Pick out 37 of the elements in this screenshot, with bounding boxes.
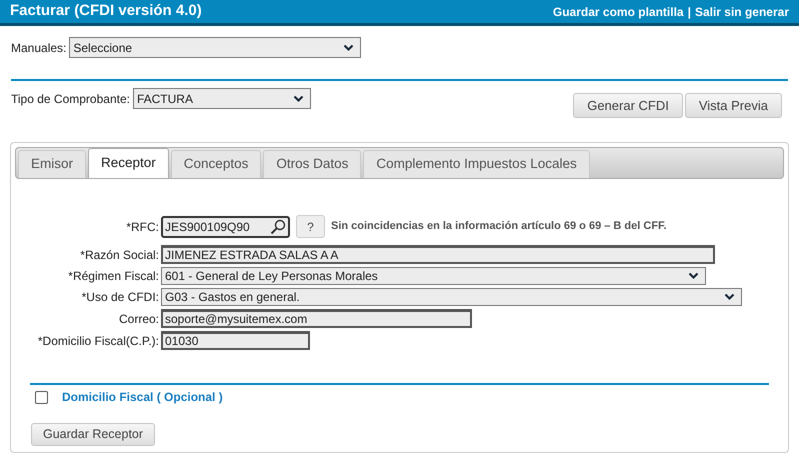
text-field[interactable]: JIMENEZ ESTRADA SALAS A A: [161, 245, 715, 264]
header-link[interactable]: Guardar como plantilla: [552, 2, 684, 20]
chevron-down-icon: [688, 272, 699, 280]
field-label: *RFC:: [125, 218, 160, 236]
field-label: *Régimen Fiscal:: [67, 268, 160, 285]
page-title: Facturar (CFDI versión 4.0): [10, 1, 202, 22]
manuales-dropdown[interactable]: Seleccione: [69, 37, 362, 58]
tipo-comprobante-dropdown[interactable]: FACTURA: [132, 88, 311, 109]
chevron-down-icon: [343, 44, 354, 52]
action-button[interactable]: Vista Previa: [684, 93, 782, 118]
tab[interactable]: Complemento Impuestos Locales: [363, 150, 590, 178]
checkbox[interactable]: [35, 390, 48, 404]
save-button[interactable]: Guardar Receptor: [31, 423, 156, 446]
field-label: Correo:: [118, 310, 160, 328]
field-dropdown[interactable]: 601 - General de Ley Personas Morales: [161, 267, 706, 285]
field-dropdown[interactable]: G03 - Gastos en general.: [161, 288, 742, 306]
tab[interactable]: Otros Datos: [263, 150, 362, 178]
field-label: *Razón Social:: [79, 246, 160, 264]
chevron-down-icon: [292, 94, 304, 102]
field-label: *Domicilio Fiscal(C.P.):: [36, 332, 160, 350]
tab[interactable]: Emisor: [18, 150, 86, 178]
header-link[interactable]: Salir sin generar: [694, 2, 789, 20]
help-button[interactable]: ?: [296, 215, 325, 238]
text-field[interactable]: soporte@mysuitemex.com: [161, 309, 472, 328]
field-label: Manuales:: [11, 40, 66, 56]
rfc-message: Sin coincidencias en la información artículo 69 o 69 – B del CFF.: [331, 219, 667, 234]
field-label: *Uso de CFDI:: [80, 289, 160, 306]
tab[interactable]: Conceptos: [170, 150, 262, 178]
chevron-down-icon: [724, 293, 735, 301]
separator: |: [688, 4, 691, 20]
action-button[interactable]: Generar CFDI: [573, 93, 683, 118]
domicilio-link[interactable]: Domicilio Fiscal ( Opcional ): [62, 388, 223, 406]
field-label: Tipo de Comprobante:: [11, 90, 130, 108]
tab[interactable]: Receptor: [88, 148, 169, 178]
search-icon: [270, 218, 286, 234]
rfc-search-field[interactable]: JES900109Q90: [161, 216, 290, 238]
text-field[interactable]: 01030: [161, 331, 310, 350]
